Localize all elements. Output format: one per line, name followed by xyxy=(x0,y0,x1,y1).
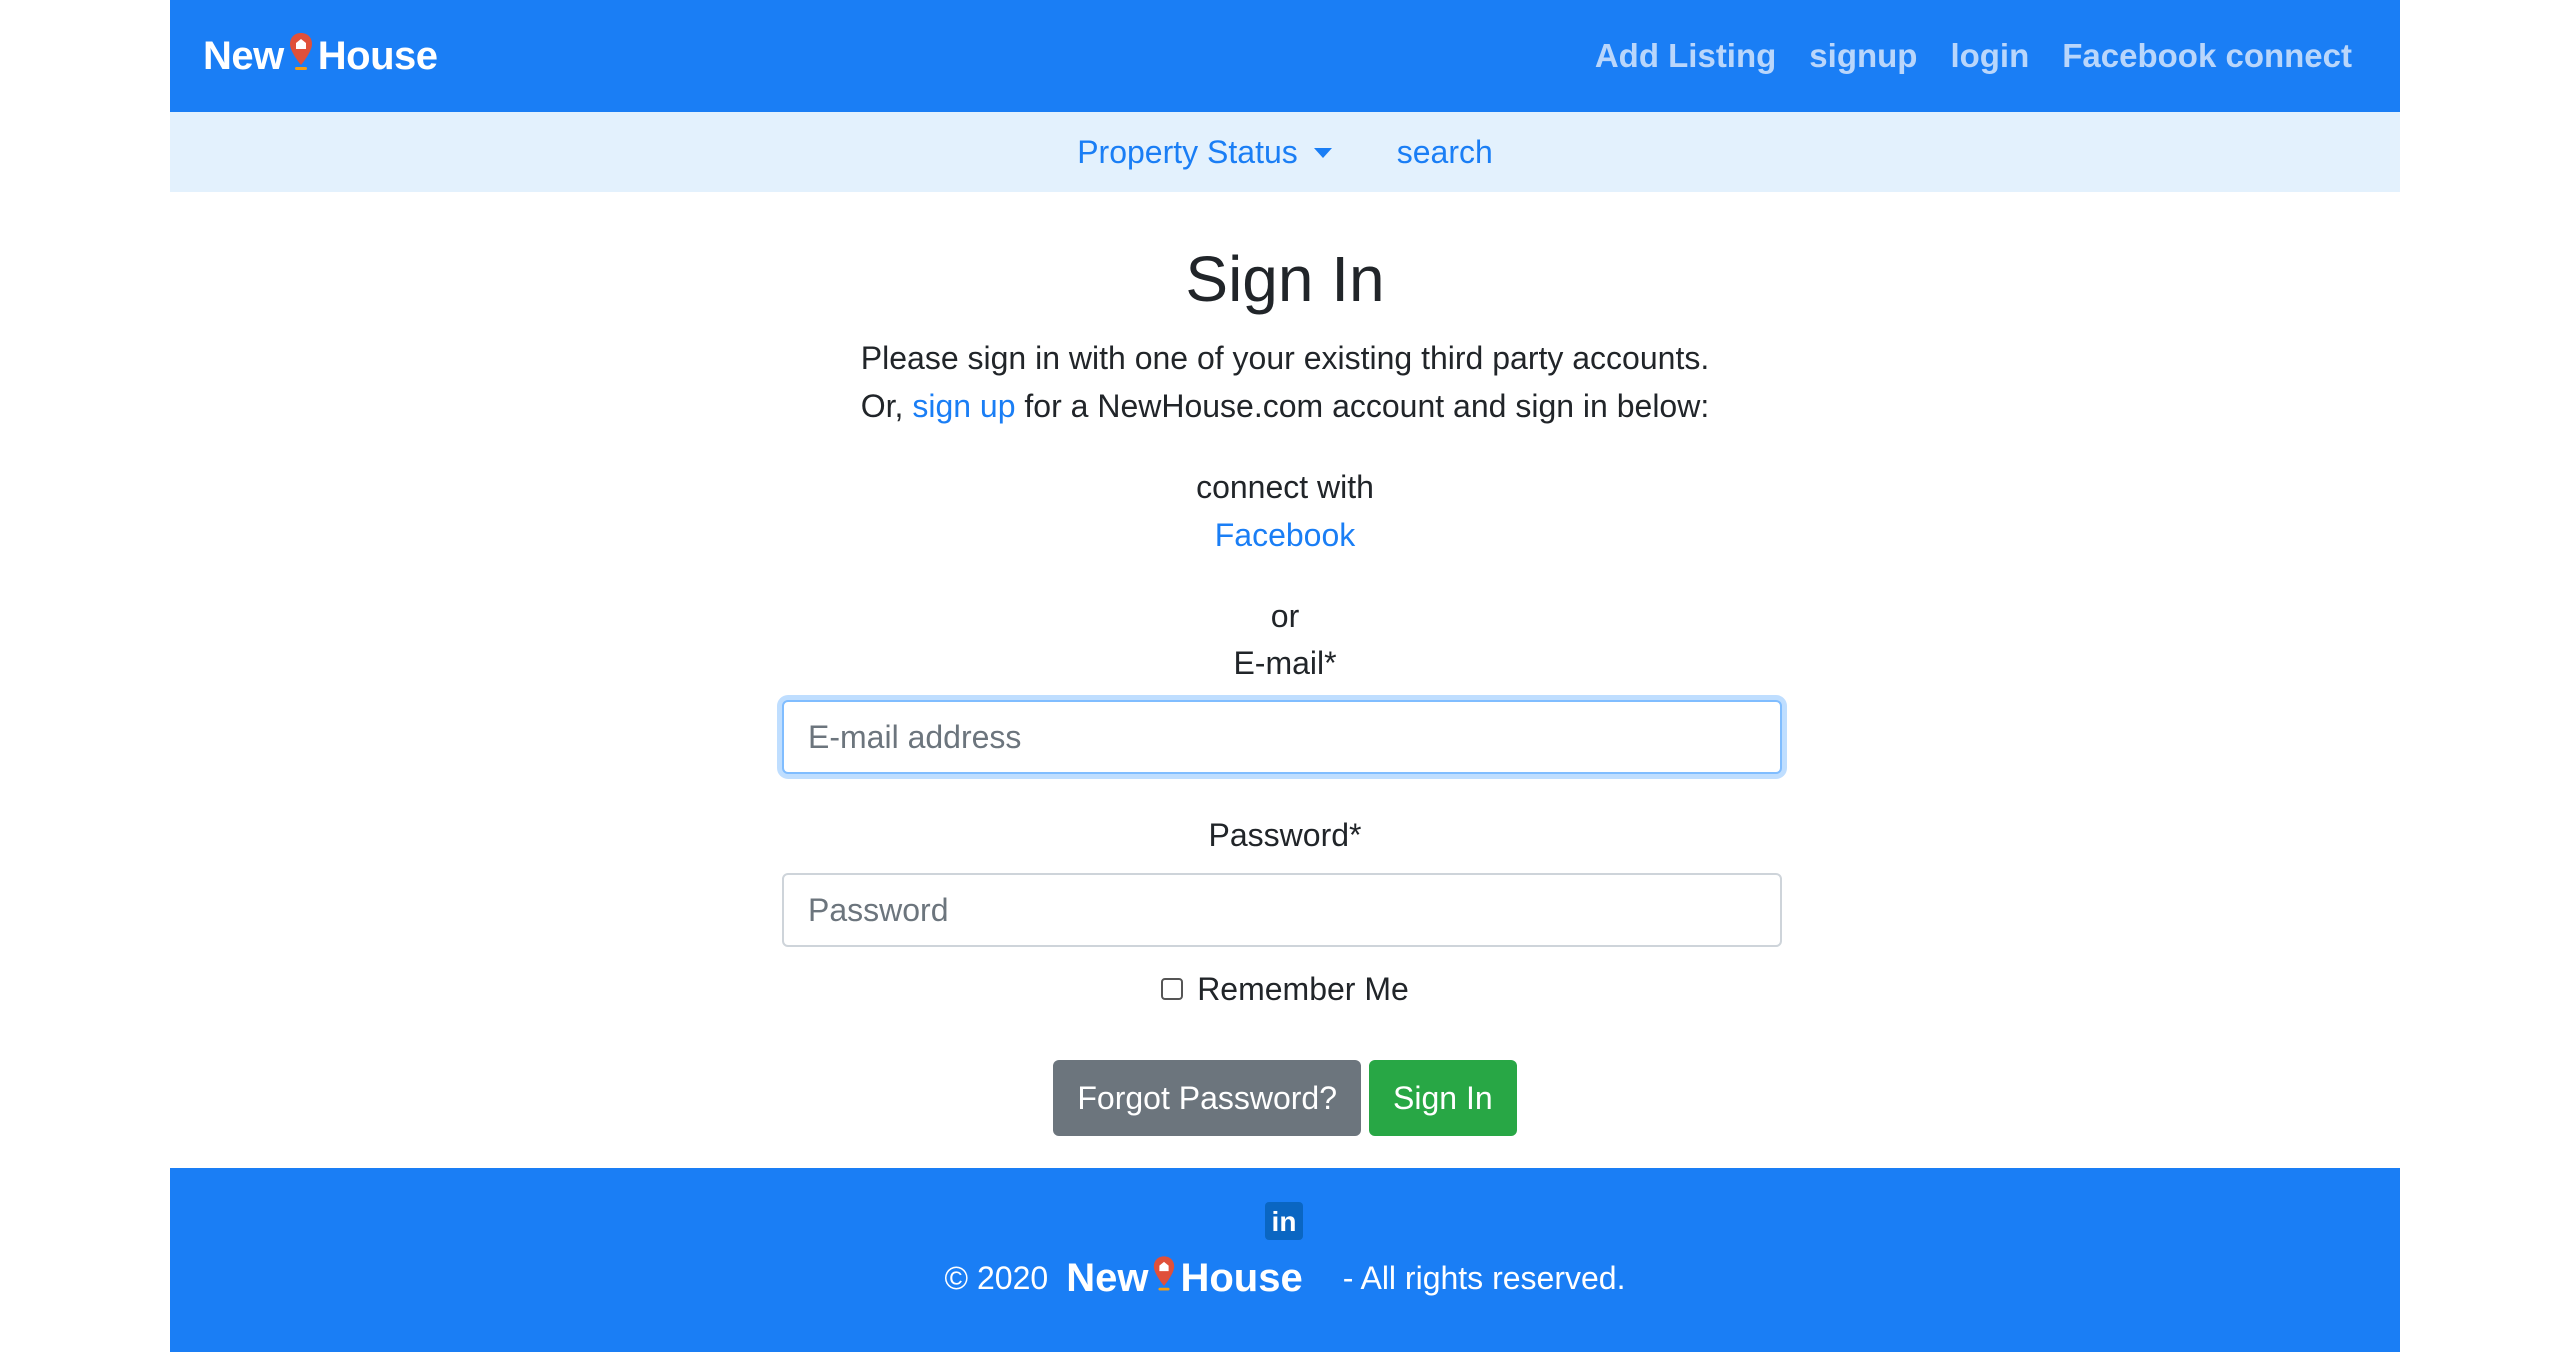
brand-new: New xyxy=(203,33,284,78)
or-divider: or xyxy=(1270,598,1300,634)
forgot-password-button[interactable]: Forgot Password? xyxy=(1053,1060,1362,1136)
intro-line-1: Please sign in with one of your existing… xyxy=(860,340,1710,376)
nav-signup[interactable]: signup xyxy=(1809,37,1917,75)
nav-add-listing[interactable]: Add Listing xyxy=(1595,37,1776,75)
brand-logo[interactable]: New House xyxy=(203,31,438,81)
intro-prefix: Or, xyxy=(860,388,904,424)
linkedin-icon[interactable]: in xyxy=(1265,1202,1303,1240)
email-field[interactable] xyxy=(782,700,1782,774)
signin-section: Sign In Please sign in with one of your … xyxy=(170,192,2400,1168)
rights-text: - All rights reserved. xyxy=(1342,1259,1626,1296)
copyright: © 2020 New House - All rights reserved. xyxy=(170,1254,2400,1302)
signup-link[interactable]: sign up xyxy=(912,388,1015,424)
password-field[interactable] xyxy=(782,873,1782,947)
facebook-link[interactable]: Facebook xyxy=(170,511,2400,559)
sign-in-button[interactable]: Sign In xyxy=(1369,1060,1517,1136)
search-link[interactable]: search xyxy=(1397,134,1493,171)
email-label: E-mail* xyxy=(1233,645,1337,681)
footer-brand-new: New xyxy=(1066,1255,1149,1300)
remember-me-checkbox[interactable] xyxy=(1161,978,1184,1000)
nav-login[interactable]: login xyxy=(1950,37,2029,75)
nav-links: Add Listing signup login Facebook connec… xyxy=(1562,37,2352,75)
footer: in © 2020 New House - All rights reserve… xyxy=(170,1168,2400,1352)
page: New House Add Listing signup login Faceb… xyxy=(0,0,2560,1354)
remember-me: Remember Me xyxy=(170,965,2400,1013)
copyright-year: © 2020 xyxy=(944,1259,1049,1296)
connect-with-label: connect with xyxy=(1196,469,1374,505)
footer-brand-house: House xyxy=(1180,1255,1303,1300)
map-pin-icon xyxy=(288,31,314,81)
map-pin-icon xyxy=(1152,1254,1176,1302)
caret-down-icon xyxy=(1313,148,1332,158)
property-status-dropdown[interactable]: Property Status xyxy=(1077,134,1332,171)
intro-suffix: for a NewHouse.com account and sign in b… xyxy=(1024,388,1710,424)
top-navbar: New House Add Listing signup login Faceb… xyxy=(170,0,2400,112)
password-label: Password* xyxy=(1208,817,1362,853)
property-status-label: Property Status xyxy=(1077,133,1298,170)
page-title: Sign In xyxy=(1185,243,1385,315)
nav-facebook-connect[interactable]: Facebook connect xyxy=(2062,37,2352,75)
footer-brand: New House xyxy=(1066,1254,1303,1302)
remember-me-label[interactable]: Remember Me xyxy=(1197,965,1409,1013)
secondary-navbar: Property Status search xyxy=(170,112,2400,192)
brand-house: House xyxy=(317,33,438,78)
intro-line-2: Or, sign up for a NewHouse.com account a… xyxy=(170,382,2400,430)
form-buttons: Forgot Password? Sign In xyxy=(170,1060,2400,1136)
